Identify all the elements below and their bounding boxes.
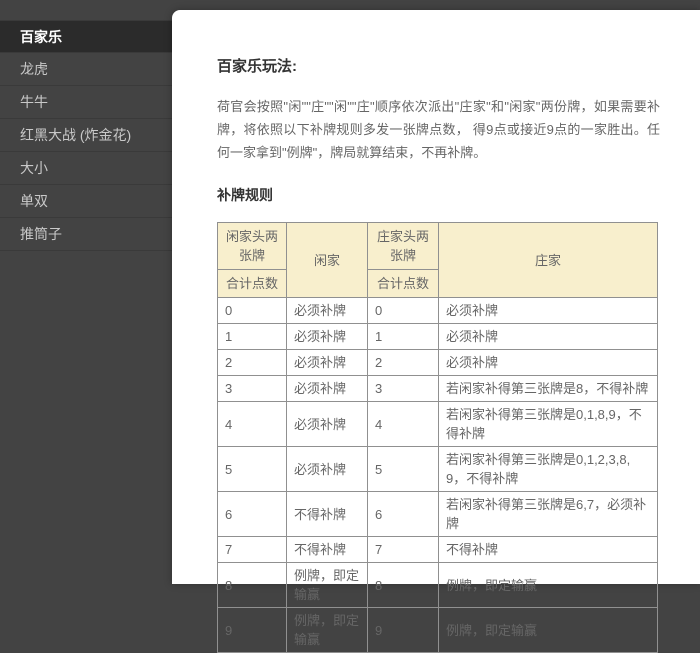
table-row: 3 必须补牌 3 若闲家补得第三张牌是8，不得补牌 — [218, 376, 658, 402]
table-cell: 6 — [218, 492, 287, 537]
table-cell: 必须补牌 — [439, 298, 658, 324]
table-cell: 1 — [368, 324, 439, 350]
table-cell: 必须补牌 — [287, 298, 368, 324]
table-cell: 7 — [368, 537, 439, 563]
table-cell: 若闲家补得第三张牌是0,1,8,9，不得补牌 — [439, 402, 658, 447]
table-row: 1 必须补牌 1 必须补牌 — [218, 324, 658, 350]
table-cell: 例牌，即定输赢 — [287, 608, 368, 653]
table-cell: 必须补牌 — [439, 324, 658, 350]
header-player-total-points: 合计点数 — [218, 270, 287, 298]
table-row: 7 不得补牌 7 不得补牌 — [218, 537, 658, 563]
table-cell: 2 — [368, 350, 439, 376]
table-cell: 8 — [368, 563, 439, 608]
sidebar-item-odd-even[interactable]: 单双 — [0, 185, 172, 218]
sidebar-item-niuniu[interactable]: 牛牛 — [0, 86, 172, 119]
sidebar: 百家乐 龙虎 牛牛 红黑大战 (炸金花) 大小 单双 推筒子 — [0, 20, 172, 251]
table-cell: 不得补牌 — [287, 492, 368, 537]
header-banker: 庄家 — [439, 223, 658, 298]
table-cell: 8 — [218, 563, 287, 608]
sidebar-item-big-small[interactable]: 大小 — [0, 152, 172, 185]
table-row: 5 必须补牌 5 若闲家补得第三张牌是0,1,2,3,8,9，不得补牌 — [218, 447, 658, 492]
table-cell: 例牌，即定输赢 — [287, 563, 368, 608]
content-panel: 百家乐玩法: 荷官会按照"闲""庄""闲""庄"顺序依次派出"庄家"和"闲家"两… — [172, 10, 700, 584]
page-title: 百家乐玩法: — [217, 55, 660, 76]
table-cell: 必须补牌 — [287, 350, 368, 376]
sidebar-item-dragon-tiger[interactable]: 龙虎 — [0, 53, 172, 86]
header-banker-total-points: 合计点数 — [368, 270, 439, 298]
table-cell: 9 — [368, 608, 439, 653]
table-cell: 不得补牌 — [439, 537, 658, 563]
table-cell: 例牌，即定输赢 — [439, 608, 658, 653]
sidebar-item-baccarat[interactable]: 百家乐 — [0, 20, 172, 53]
table-cell: 例牌，即定输赢 — [439, 563, 658, 608]
table-cell: 9 — [218, 608, 287, 653]
table-row: 2 必须补牌 2 必须补牌 — [218, 350, 658, 376]
table-cell: 2 — [218, 350, 287, 376]
table-cell: 5 — [368, 447, 439, 492]
table-cell: 若闲家补得第三张牌是8，不得补牌 — [439, 376, 658, 402]
rules-description: 荷官会按照"闲""庄""闲""庄"顺序依次派出"庄家"和"闲家"两份牌，如果需要… — [217, 95, 660, 164]
table-row: 4 必须补牌 4 若闲家补得第三张牌是0,1,8,9，不得补牌 — [218, 402, 658, 447]
table-row: 0 必须补牌 0 必须补牌 — [218, 298, 658, 324]
table-cell: 7 — [218, 537, 287, 563]
header-banker-two-cards: 庄家头两张牌 — [368, 223, 439, 270]
table-cell: 不得补牌 — [287, 537, 368, 563]
table-cell: 若闲家补得第三张牌是6,7，必须补牌 — [439, 492, 658, 537]
table-cell: 0 — [368, 298, 439, 324]
table-cell: 1 — [218, 324, 287, 350]
table-cell: 必须补牌 — [287, 402, 368, 447]
table-row: 6 不得补牌 6 若闲家补得第三张牌是6,7，必须补牌 — [218, 492, 658, 537]
table-cell: 3 — [368, 376, 439, 402]
header-player: 闲家 — [287, 223, 368, 298]
table-cell: 4 — [368, 402, 439, 447]
table-cell: 5 — [218, 447, 287, 492]
table-cell: 3 — [218, 376, 287, 402]
table-row: 9 例牌，即定输赢 9 例牌，即定输赢 — [218, 608, 658, 653]
table-cell: 若闲家补得第三张牌是0,1,2,3,8,9，不得补牌 — [439, 447, 658, 492]
table-cell: 0 — [218, 298, 287, 324]
header-player-two-cards: 闲家头两张牌 — [218, 223, 287, 270]
sidebar-item-push-tube[interactable]: 推筒子 — [0, 218, 172, 251]
table-cell: 必须补牌 — [287, 376, 368, 402]
sidebar-item-red-black-war[interactable]: 红黑大战 (炸金花) — [0, 119, 172, 152]
table-cell: 6 — [368, 492, 439, 537]
drawing-rules-table: 闲家头两张牌 闲家 庄家头两张牌 庄家 合计点数 合计点数 0 必须补牌 0 必… — [217, 222, 658, 653]
table-cell: 必须补牌 — [287, 324, 368, 350]
table-cell: 4 — [218, 402, 287, 447]
table-row: 8 例牌，即定输赢 8 例牌，即定输赢 — [218, 563, 658, 608]
table-cell: 必须补牌 — [287, 447, 368, 492]
section-heading: 补牌规则 — [217, 185, 660, 205]
table-cell: 必须补牌 — [439, 350, 658, 376]
